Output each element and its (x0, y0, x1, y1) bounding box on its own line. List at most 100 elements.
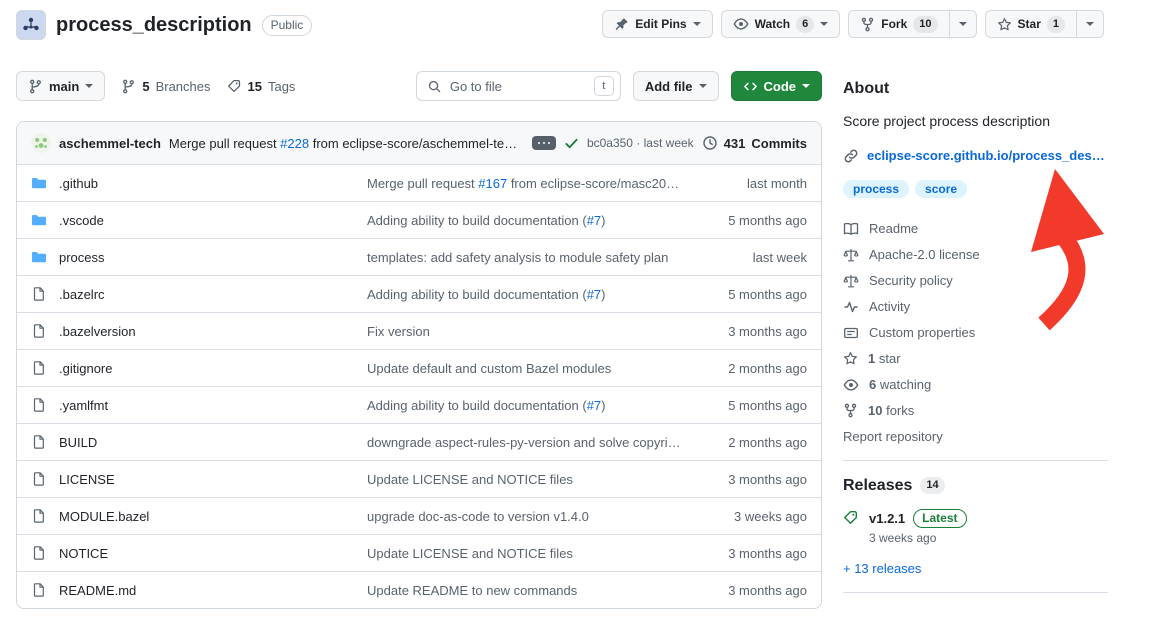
row-commit-message[interactable]: upgrade doc-as-code to version v1.4.0 (367, 509, 697, 524)
row-commit-message[interactable]: Update default and custom Bazel modules (367, 361, 697, 376)
add-file-button[interactable]: Add file (633, 71, 719, 101)
fork-label: Fork (881, 17, 907, 31)
code-button[interactable]: Code (731, 71, 823, 101)
file-name-link[interactable]: .vscode (59, 213, 104, 228)
commit-author-avatar[interactable] (31, 133, 51, 153)
row-commit-message[interactable]: templates: add safety analysis to module… (367, 250, 697, 265)
fork-dropdown-button[interactable] (949, 10, 977, 38)
fork-button-group: Fork 10 (848, 10, 976, 38)
file-icon (31, 360, 47, 376)
table-row[interactable]: NOTICE Update LICENSE and NOTICE files 3… (17, 534, 821, 571)
table-row[interactable]: .gitignore Update default and custom Baz… (17, 349, 821, 386)
branch-selector[interactable]: main (16, 71, 105, 101)
sidebar-item-forks[interactable]: 10 forks (843, 398, 1108, 424)
pr-link[interactable]: #228 (280, 136, 309, 151)
commit-history-link[interactable]: 431 Commits (702, 135, 807, 151)
releases-heading-text[interactable]: Releases (843, 477, 912, 495)
release-time: 3 weeks ago (869, 531, 967, 545)
sidebar-item-watching[interactable]: 6 watching (843, 372, 1108, 398)
commit-sha-time[interactable]: bc0a350 · last week (587, 136, 694, 150)
repo-sidebar: About Score project process description … (843, 72, 1108, 609)
eye-icon (733, 16, 749, 32)
branches-link[interactable]: 5 Branches (121, 79, 210, 94)
sidebar-item-custom-properties[interactable]: Custom properties (843, 320, 1108, 346)
row-commit-message[interactable]: Adding ability to build documentation (#… (367, 398, 697, 413)
table-row[interactable]: README.md Update README to new commands … (17, 571, 821, 608)
chevron-down-icon (1086, 22, 1094, 26)
org-avatar[interactable] (16, 10, 46, 40)
commit-age: 3 months ago (697, 583, 807, 598)
website-link[interactable]: eclipse-score.github.io/process_descr… (867, 148, 1108, 163)
file-name-link[interactable]: LICENSE (59, 472, 115, 487)
file-name-link[interactable]: .gitignore (59, 361, 112, 376)
file-name-cell: .vscode (31, 212, 367, 228)
commit-message[interactable]: Merge pull request #228 from eclipse-sco… (169, 136, 524, 151)
row-commit-message[interactable]: downgrade aspect-rules-py-version and so… (367, 435, 697, 450)
sidebar-item-stars[interactable]: 1 star (843, 346, 1108, 372)
file-name-link[interactable]: BUILD (59, 435, 97, 450)
sidebar-item-license[interactable]: Apache-2.0 license (843, 242, 1108, 268)
report-repository-link[interactable]: Report repository (843, 429, 1108, 444)
table-row[interactable]: LICENSE Update LICENSE and NOTICE files … (17, 460, 821, 497)
table-row[interactable]: BUILD downgrade aspect-rules-py-version … (17, 423, 821, 460)
file-name-link[interactable]: .bazelversion (59, 324, 136, 339)
watch-count: 6 (796, 16, 814, 33)
topic-tag[interactable]: score (915, 180, 967, 198)
file-icon (31, 582, 47, 598)
file-name-cell: .yamlfmt (31, 397, 367, 413)
checks-passed-icon[interactable] (564, 136, 579, 151)
table-row[interactable]: .github Merge pull request #167 from ecl… (17, 164, 821, 201)
pr-link[interactable]: #7 (587, 213, 601, 228)
pr-link[interactable]: #167 (478, 176, 507, 191)
watch-button[interactable]: Watch 6 (721, 10, 841, 38)
fork-button[interactable]: Fork 10 (848, 10, 949, 38)
release-version[interactable]: v1.2.1 (869, 511, 905, 526)
table-row[interactable]: .yamlfmt Adding ability to build documen… (17, 386, 821, 423)
table-row[interactable]: .vscode Adding ability to build document… (17, 201, 821, 238)
keyboard-shortcut-badge: t (594, 76, 614, 96)
more-releases-link[interactable]: + 13 releases (843, 561, 921, 576)
file-name-link[interactable]: .github (59, 176, 98, 191)
sidebar-item-security-policy[interactable]: Security policy (843, 268, 1108, 294)
file-name-link[interactable]: .bazelrc (59, 287, 105, 302)
star-button[interactable]: Star 1 (985, 10, 1077, 38)
file-name-link[interactable]: README.md (59, 583, 136, 598)
commit-author-name[interactable]: aschemmel-tech (59, 136, 161, 151)
row-commit-message[interactable]: Update LICENSE and NOTICE files (367, 546, 697, 561)
table-row[interactable]: .bazelversion Fix version 3 months ago (17, 312, 821, 349)
commit-message-expand-button[interactable] (532, 136, 556, 150)
row-commit-message[interactable]: Update README to new commands (367, 583, 697, 598)
file-name-link[interactable]: process (59, 250, 105, 265)
repo-header: process_description Public (16, 10, 312, 40)
row-commit-message[interactable]: Adding ability to build documentation (#… (367, 213, 697, 228)
table-row[interactable]: .bazelrc Adding ability to build documen… (17, 275, 821, 312)
row-message-text: ) (601, 213, 605, 228)
pr-link[interactable]: #7 (587, 398, 601, 413)
sidebar-item-activity[interactable]: Activity (843, 294, 1108, 320)
file-list: .github Merge pull request #167 from ecl… (17, 164, 821, 608)
row-commit-message[interactable]: Update LICENSE and NOTICE files (367, 472, 697, 487)
star-icon (997, 17, 1012, 32)
row-commit-message[interactable]: Adding ability to build documentation (#… (367, 287, 697, 302)
file-name-link[interactable]: NOTICE (59, 546, 108, 561)
row-commit-message[interactable]: Fix version (367, 324, 697, 339)
edit-pins-button[interactable]: Edit Pins (602, 10, 712, 38)
tags-link[interactable]: 15 Tags (227, 79, 296, 94)
star-dropdown-button[interactable] (1076, 10, 1104, 38)
file-name-link[interactable]: MODULE.bazel (59, 509, 149, 524)
sidebar-item-readme[interactable]: Readme (843, 216, 1108, 242)
folder-icon (31, 249, 47, 265)
watch-label: Watch (755, 17, 791, 31)
latest-release[interactable]: v1.2.1 Latest 3 weeks ago (843, 509, 1108, 545)
table-row[interactable]: MODULE.bazel upgrade doc-as-code to vers… (17, 497, 821, 534)
pr-link[interactable]: #7 (587, 287, 601, 302)
topic-tag[interactable]: process (843, 180, 909, 198)
go-to-file-search[interactable]: t (416, 71, 621, 101)
row-commit-message[interactable]: Merge pull request #167 from eclipse-sco… (367, 176, 697, 191)
license-label: Apache-2.0 license (869, 247, 980, 262)
table-row[interactable]: process templates: add safety analysis t… (17, 238, 821, 275)
search-input[interactable] (448, 78, 588, 95)
chevron-down-icon (802, 84, 810, 88)
repo-title[interactable]: process_description (56, 14, 252, 37)
file-name-link[interactable]: .yamlfmt (59, 398, 108, 413)
